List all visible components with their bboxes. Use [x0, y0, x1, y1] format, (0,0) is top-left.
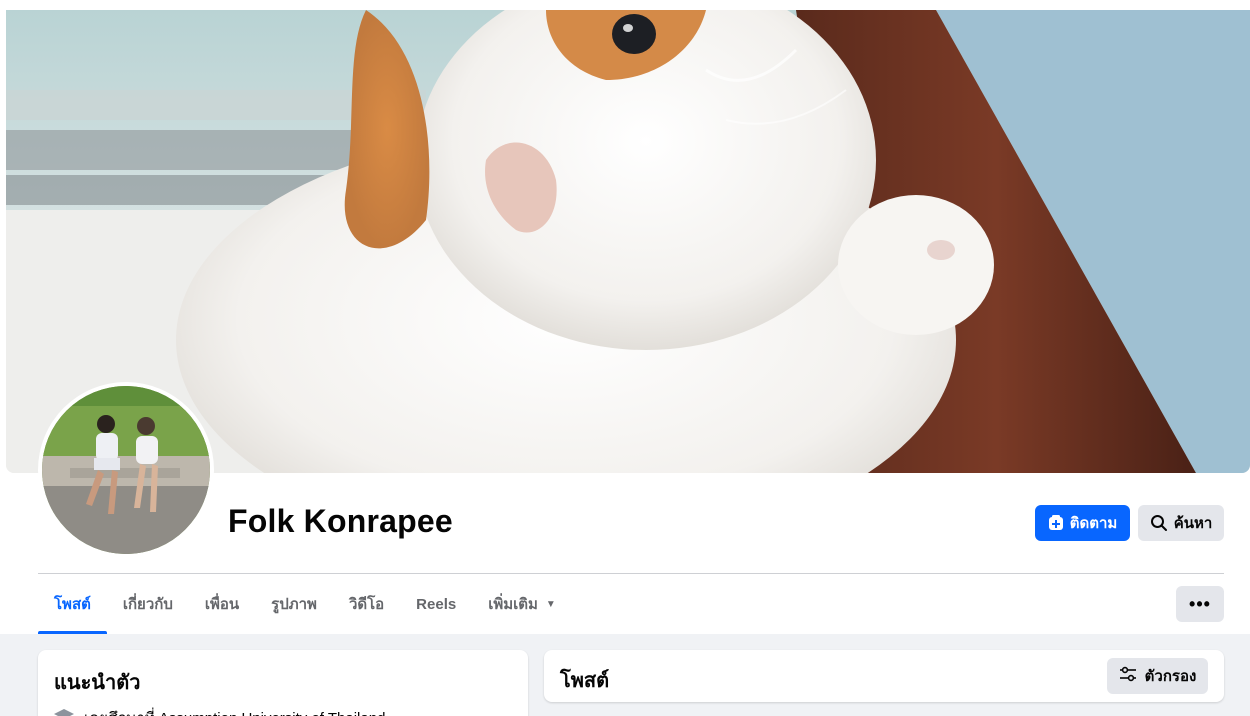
tab-posts[interactable]: โพสต์	[38, 574, 107, 634]
search-icon	[1150, 514, 1168, 532]
follow-plus-icon	[1048, 515, 1064, 531]
filter-sliders-icon	[1119, 666, 1137, 686]
follow-button[interactable]: ติดตาม	[1035, 505, 1130, 541]
graduation-cap-icon	[54, 706, 74, 716]
posts-header-card: โพสต์ ตัวกรอง	[544, 650, 1224, 702]
profile-tabs: โพสต์ เกี่ยวกับ เพื่อน รูปภาพ วิดีโอ Ree…	[38, 574, 572, 634]
more-options-button[interactable]: •••	[1176, 586, 1224, 622]
tab-more[interactable]: เพิ่มเติม ▼	[472, 574, 572, 634]
cover-photo[interactable]	[6, 10, 1250, 473]
tab-videos[interactable]: วิดีโอ	[333, 574, 400, 634]
tab-photos[interactable]: รูปภาพ	[255, 574, 333, 634]
intro-card: แนะนำตัว เคยศึกษาที่ Assumption Universi…	[38, 650, 528, 716]
search-button[interactable]: ค้นหา	[1138, 505, 1224, 541]
follow-button-label: ติดตาม	[1069, 515, 1118, 532]
intro-education-row: เคยศึกษาที่ Assumption University of Tha…	[54, 706, 385, 716]
filter-button-label: ตัวกรอง	[1144, 668, 1197, 685]
intro-education-text: เคยศึกษาที่ Assumption University of Tha…	[84, 706, 385, 716]
profile-avatar[interactable]	[38, 382, 214, 558]
tab-about[interactable]: เกี่ยวกับ	[107, 574, 189, 634]
tab-friends[interactable]: เพื่อน	[189, 574, 255, 634]
profile-name: Folk Konrapee	[228, 503, 453, 539]
chevron-down-icon: ▼	[545, 598, 556, 610]
search-button-label: ค้นหา	[1173, 515, 1213, 532]
posts-title: โพสต์	[560, 670, 610, 692]
intro-title: แนะนำตัว	[54, 672, 141, 694]
filter-button[interactable]: ตัวกรอง	[1107, 658, 1208, 694]
tab-reels[interactable]: Reels	[400, 574, 472, 634]
